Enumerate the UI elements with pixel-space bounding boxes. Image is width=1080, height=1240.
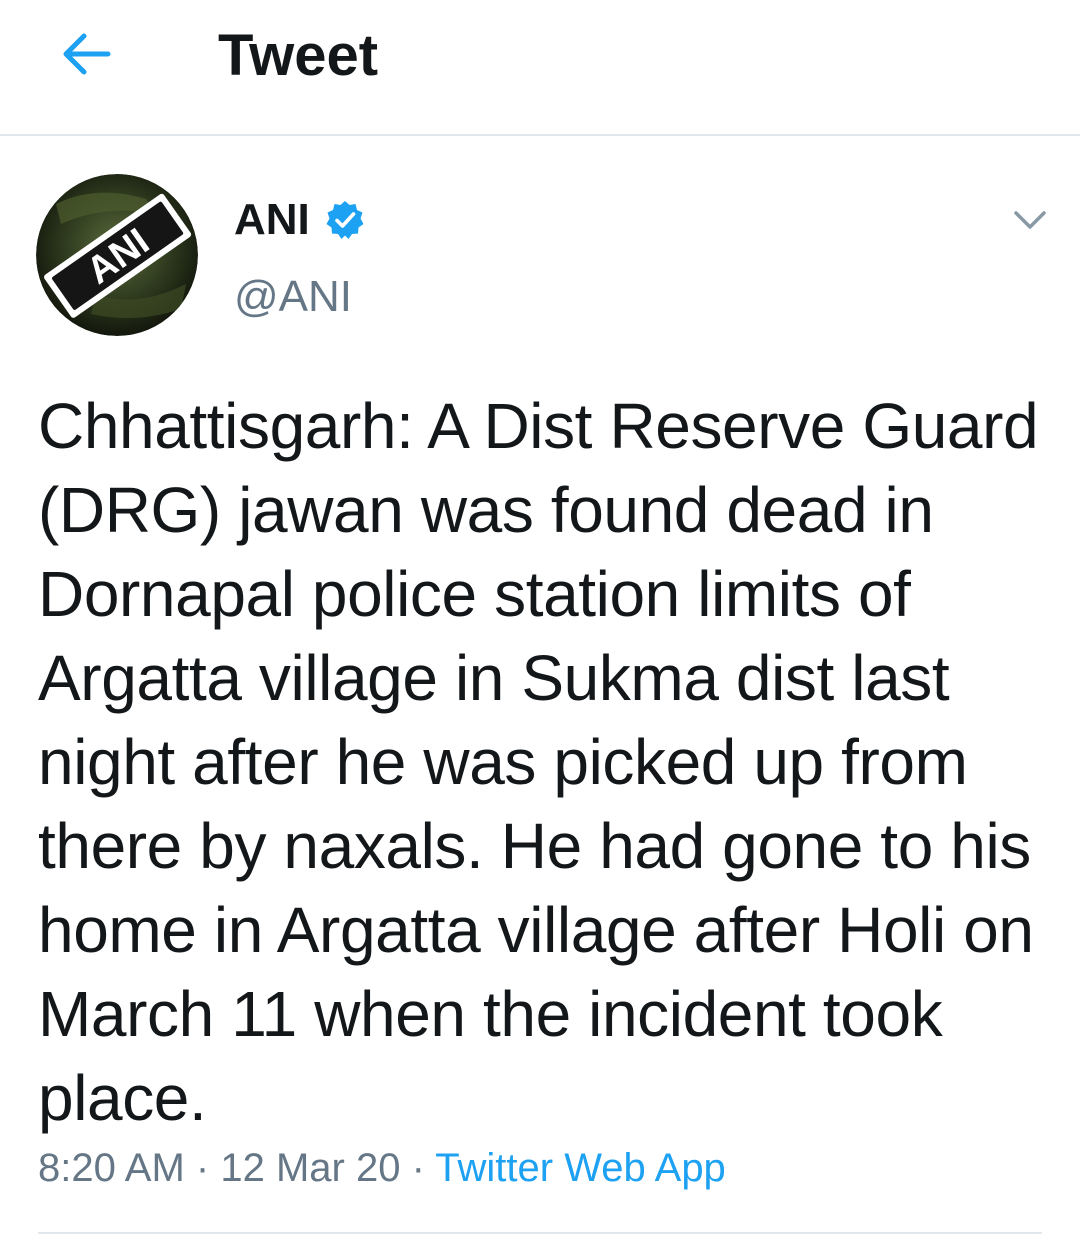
author-name[interactable]: ANI bbox=[234, 192, 310, 248]
top-bar: Tweet bbox=[0, 0, 1080, 136]
back-button[interactable] bbox=[50, 22, 122, 86]
arrow-left-icon bbox=[63, 33, 111, 75]
divider bbox=[38, 1232, 1042, 1234]
tweet-date: 12 Mar 20 bbox=[220, 1146, 401, 1190]
meta-separator: · bbox=[195, 1146, 210, 1190]
avatar[interactable]: ANI bbox=[36, 174, 198, 336]
tweet-text: Chhattisgarh: A Dist Reserve Guard (DRG)… bbox=[38, 390, 1039, 1134]
page-title: Tweet bbox=[218, 23, 379, 88]
verified-badge-icon bbox=[324, 199, 366, 241]
chevron-down-icon bbox=[1014, 211, 1046, 229]
author-name-row[interactable]: ANI bbox=[234, 192, 366, 248]
tweet-meta: 8:20 AM · 12 Mar 20 · Twitter Web App bbox=[38, 1140, 726, 1196]
tweet-time: 8:20 AM bbox=[38, 1146, 185, 1190]
meta-separator: · bbox=[411, 1146, 425, 1190]
tweet-menu-button[interactable] bbox=[1010, 200, 1050, 240]
tweet-source-link[interactable]: Twitter Web App bbox=[435, 1146, 726, 1190]
author-handle[interactable]: @ANI bbox=[234, 270, 352, 324]
